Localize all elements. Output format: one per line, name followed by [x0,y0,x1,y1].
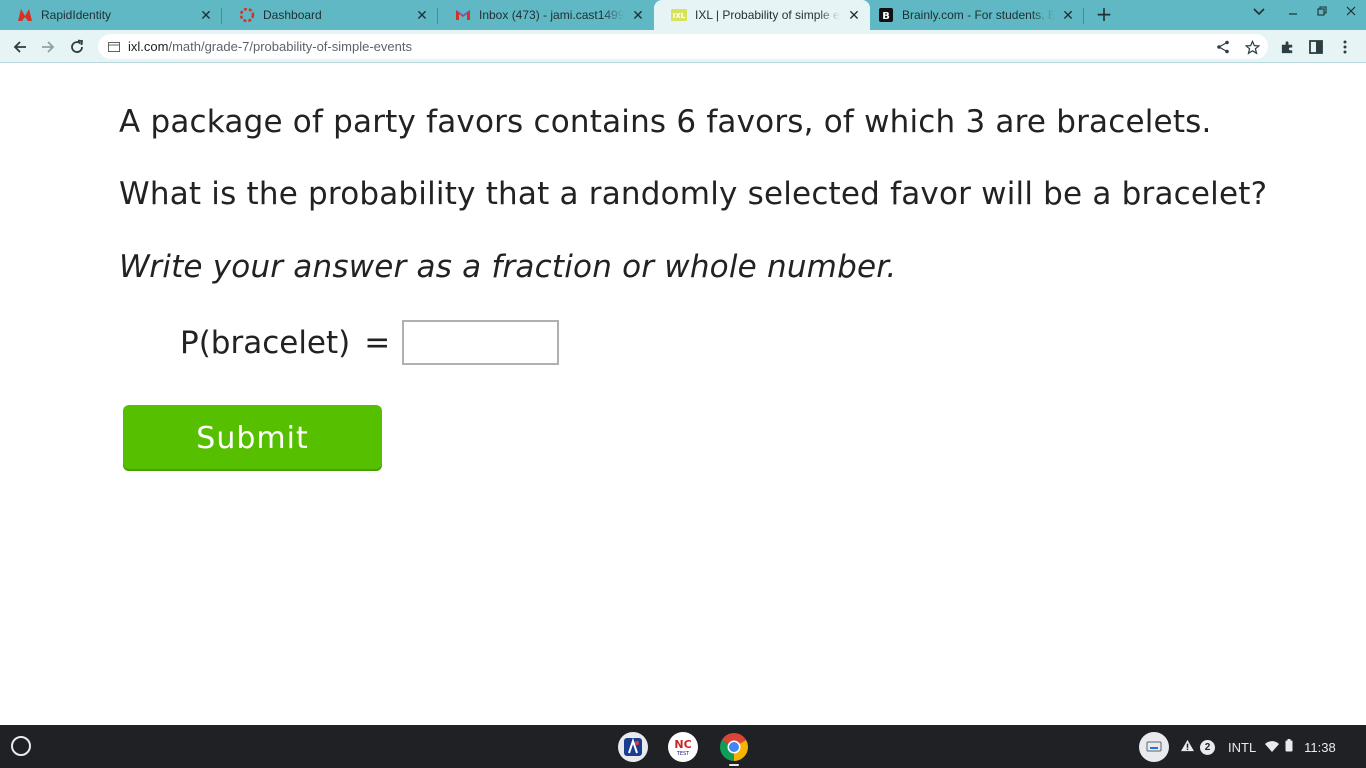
warning-icon [1180,739,1195,755]
input-method-label: INTL [1228,739,1257,755]
url-domain: ixl.com [128,39,169,54]
browser-toolbar: ixl.com/math/grade-7/probability-of-simp… [0,30,1366,63]
ixl-icon: IXL [671,7,687,23]
tab-brainly[interactable]: B Brainly.com - For students. By st ✕ [870,0,1084,30]
answer-label: P(bracelet) [180,324,351,361]
status-tray[interactable]: 2 INTL 11:38 [1180,732,1336,762]
tab-title: RapidIdentity [41,8,112,22]
tab-separator [1083,8,1084,24]
side-panel-icon[interactable] [1304,35,1328,59]
rapididentity-icon [17,7,33,23]
dashboard-icon [239,7,255,23]
answer-instruction: Write your answer as a fraction or whole… [119,249,897,285]
close-window-icon[interactable] [1341,5,1361,20]
tab-title: IXL | Probability of simple events [695,8,840,22]
close-icon[interactable]: ✕ [1058,5,1078,25]
wifi-icon [1265,740,1280,755]
tab-ixl[interactable]: IXL IXL | Probability of simple events ✕ [654,0,870,30]
os-shelf: NC TEST 2 INTL 11:38 [0,725,1366,768]
close-icon[interactable]: ✕ [412,5,432,25]
svg-text:IXL: IXL [673,12,686,20]
answer-row: P(bracelet) = [180,320,560,365]
launcher-icon[interactable] [11,736,31,756]
chrome-icon[interactable] [719,732,749,762]
gmail-icon [455,7,471,23]
tab-dashboard[interactable]: Dashboard ✕ [222,0,438,30]
tab-inbox[interactable]: Inbox (473) - jami.cast1499@st ✕ [438,0,654,30]
share-icon[interactable] [1211,35,1235,59]
tab-title: Brainly.com - For students. By st [902,8,1054,22]
question-text: A package of party favors contains 6 fav… [119,104,1212,140]
extensions-puzzle-icon[interactable] [1275,35,1299,59]
close-icon[interactable]: ✕ [196,5,216,25]
svg-text:NC: NC [674,738,691,751]
active-app-indicator [729,764,739,766]
bookmark-star-icon[interactable] [1240,35,1264,59]
url-text: ixl.com/math/grade-7/probability-of-simp… [128,39,412,54]
page-content: A package of party favors contains 6 fav… [0,64,1366,725]
minimize-icon[interactable] [1283,5,1303,20]
close-icon[interactable]: ✕ [844,5,864,25]
forward-icon[interactable] [36,35,60,59]
tab-title: Dashboard [263,8,322,22]
classlink-app-icon[interactable] [618,732,648,762]
equals-sign: = [364,324,391,361]
clock-time: 11:38 [1304,739,1336,755]
brainly-icon: B [878,7,894,23]
notification-count-badge: 2 [1200,739,1215,755]
tab-rapididentity[interactable]: RapidIdentity ✕ [0,0,222,30]
tab-search-chevron-icon[interactable] [1249,5,1269,20]
close-icon[interactable]: ✕ [628,5,648,25]
site-info-icon[interactable] [108,41,120,52]
battery-icon [1285,739,1293,755]
new-tab-button[interactable]: + [1093,4,1115,26]
back-icon[interactable] [8,35,32,59]
nc-test-app-icon[interactable]: NC TEST [668,732,698,762]
question-prompt: What is the probability that a randomly … [119,176,1268,212]
tab-title: Inbox (473) - jami.cast1499@st [479,8,624,22]
reload-icon[interactable] [65,35,89,59]
notification-tray-icon[interactable] [1139,732,1169,762]
restore-icon[interactable] [1312,5,1332,20]
url-path: /math/grade-7/probability-of-simple-even… [168,39,412,54]
address-bar[interactable]: ixl.com/math/grade-7/probability-of-simp… [98,34,1268,59]
more-menu-icon[interactable] [1333,35,1357,59]
svg-text:TEST: TEST [676,751,690,757]
tab-strip: RapidIdentity ✕ Dashboard ✕ Inbox (473) … [0,0,1366,30]
submit-button[interactable]: Submit [123,405,382,471]
answer-input[interactable] [402,320,560,365]
svg-text:B: B [882,11,890,22]
